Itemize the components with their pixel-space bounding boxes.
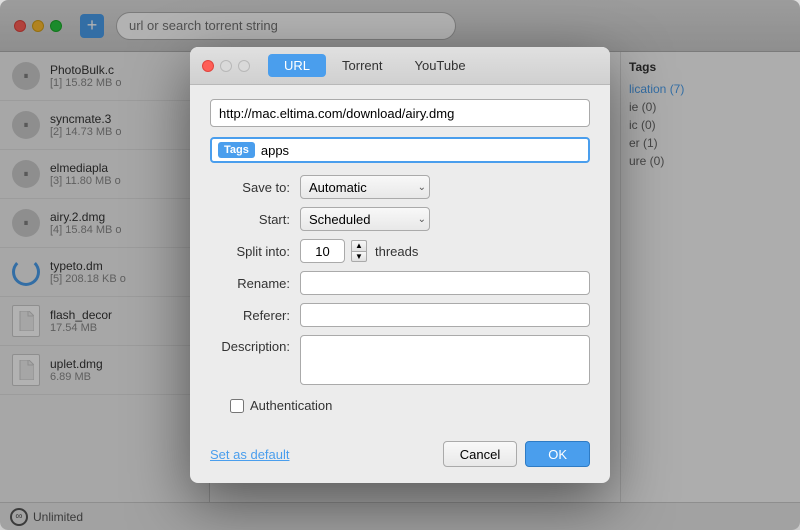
modal-body: Tags Save to: Automatic Desktop Download… <box>190 85 610 441</box>
split-stepper: ▲ ▼ <box>351 240 367 262</box>
modal-traffic-lights <box>202 60 250 72</box>
tab-youtube[interactable]: YouTube <box>398 54 481 77</box>
authentication-row: Authentication <box>230 398 590 413</box>
start-select[interactable]: Scheduled Immediately Manually <box>300 207 430 231</box>
rename-input[interactable] <box>300 271 590 295</box>
modal-close-button[interactable] <box>202 60 214 72</box>
description-row: Description: <box>210 335 590 388</box>
rename-label: Rename: <box>210 276 300 291</box>
threads-label: threads <box>375 244 418 259</box>
start-row: Start: Scheduled Immediately Manually ⌄ <box>210 207 590 231</box>
modal-maximize-button[interactable] <box>238 60 250 72</box>
referer-row: Referer: <box>210 303 590 327</box>
save-to-select[interactable]: Automatic Desktop Downloads Custom... <box>300 175 430 199</box>
set-default-link[interactable]: Set as default <box>210 447 290 462</box>
tab-bar: URL Torrent YouTube <box>268 54 482 77</box>
modal-footer: Set as default Cancel OK <box>190 441 610 483</box>
description-label: Description: <box>210 335 300 354</box>
referer-input[interactable] <box>300 303 590 327</box>
split-into-label: Split into: <box>210 244 300 259</box>
cancel-button[interactable]: Cancel <box>443 441 517 467</box>
referer-label: Referer: <box>210 308 300 323</box>
auth-label: Authentication <box>250 398 332 413</box>
save-to-row: Save to: Automatic Desktop Downloads Cus… <box>210 175 590 199</box>
ok-button[interactable]: OK <box>525 441 590 467</box>
split-into-row: Split into: ▲ ▼ threads <box>210 239 590 263</box>
tags-input[interactable] <box>261 143 582 158</box>
url-input[interactable] <box>210 99 590 127</box>
tags-input-row: Tags <box>210 137 590 163</box>
stepper-down-button[interactable]: ▼ <box>351 251 367 262</box>
stepper-up-button[interactable]: ▲ <box>351 240 367 251</box>
modal-titlebar: URL Torrent YouTube <box>190 47 610 85</box>
modal-minimize-button[interactable] <box>220 60 232 72</box>
tags-badge: Tags <box>218 142 255 158</box>
split-into-input[interactable] <box>300 239 345 263</box>
description-textarea[interactable] <box>300 335 590 385</box>
save-to-label: Save to: <box>210 180 300 195</box>
tab-torrent[interactable]: Torrent <box>326 54 398 77</box>
url-input-row <box>210 99 590 127</box>
tab-url[interactable]: URL <box>268 54 326 77</box>
footer-buttons: Cancel OK <box>443 441 590 467</box>
app-window: + ⏸ PhotoBulk.c [1] 15.82 MB o ⏸ syncma <box>0 0 800 530</box>
rename-row: Rename: <box>210 271 590 295</box>
modal-dialog: URL Torrent YouTube Tags Save to <box>190 47 610 483</box>
auth-checkbox[interactable] <box>230 399 244 413</box>
modal-overlay: URL Torrent YouTube Tags Save to <box>0 0 800 530</box>
start-label: Start: <box>210 212 300 227</box>
